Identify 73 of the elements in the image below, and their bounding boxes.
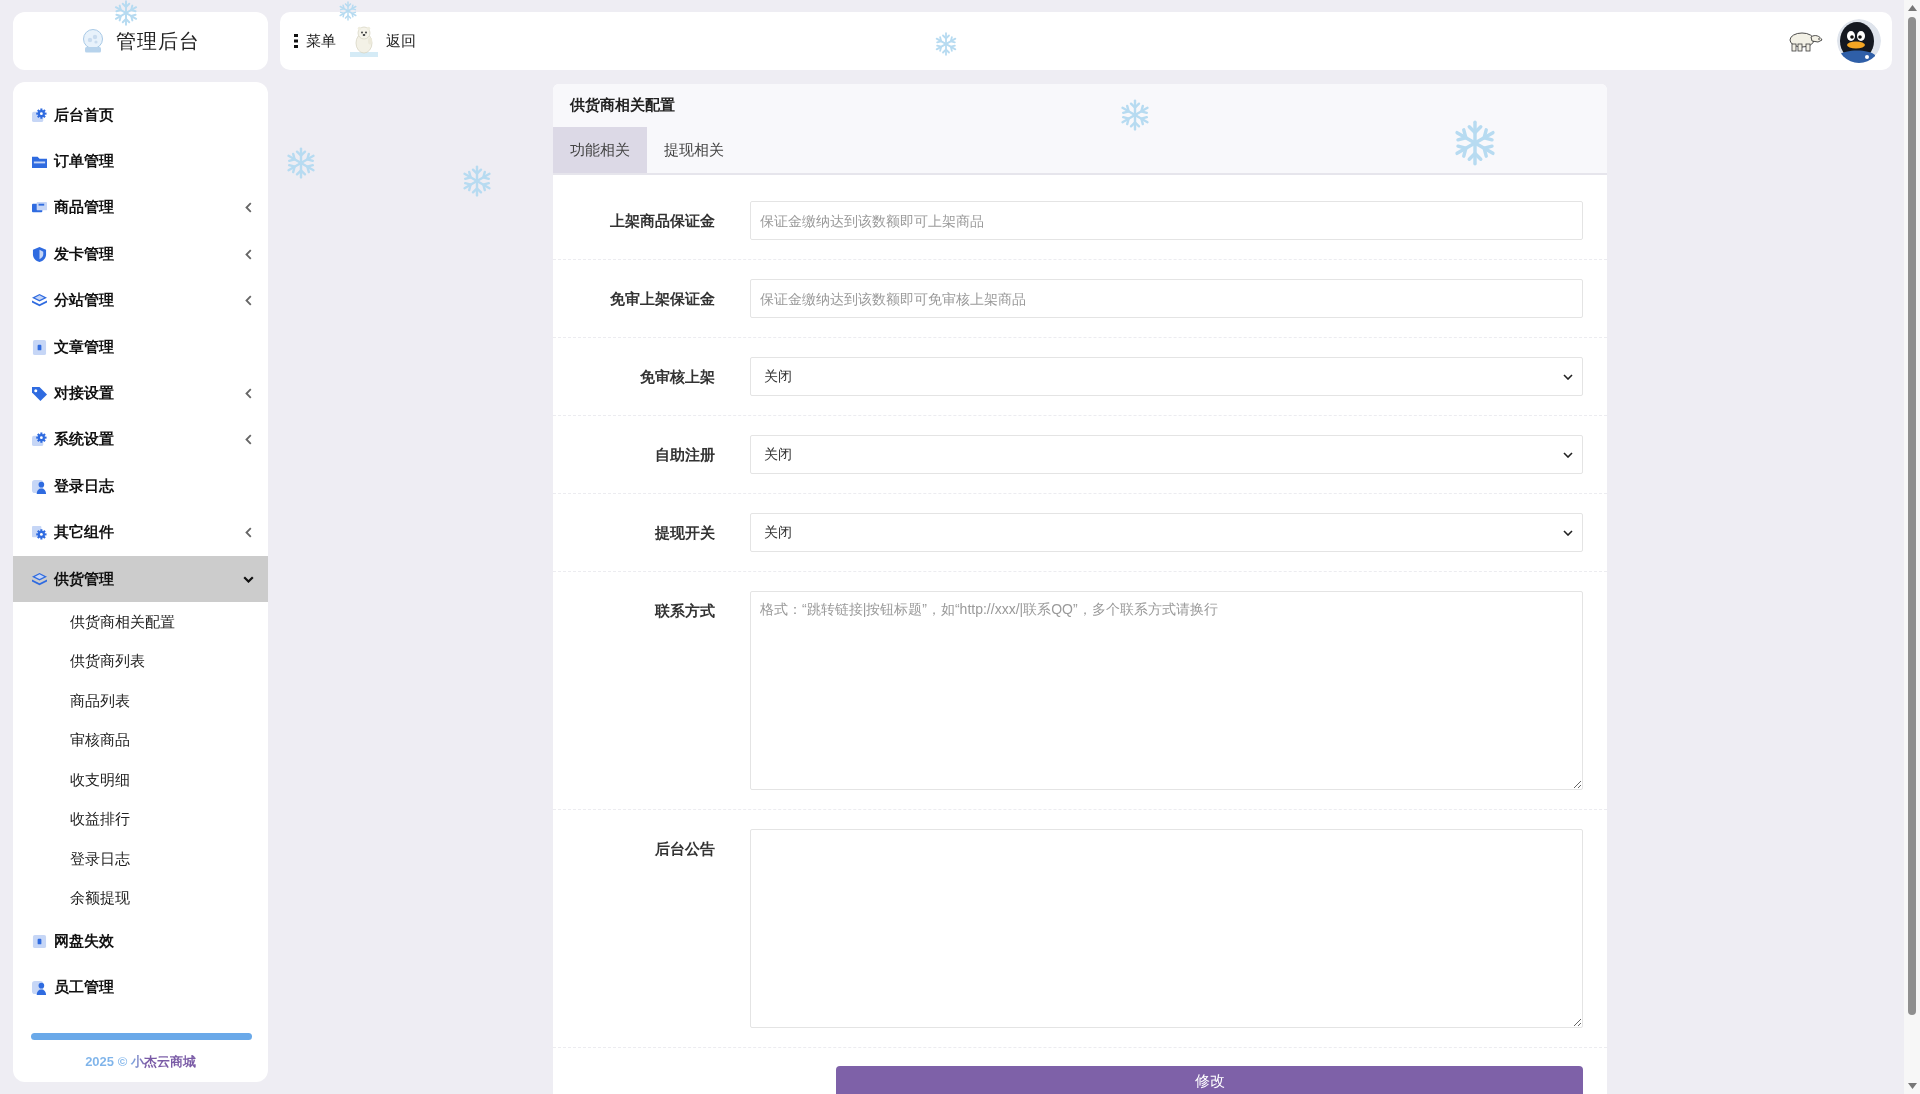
sidebar-item[interactable]: 对接设置 [13,370,268,417]
text-input[interactable]: 保证金缴纳达到该数额即可免审核上架商品 [750,279,1583,318]
gear-icon [32,525,47,541]
vertical-dots-icon [294,34,298,48]
scroll-down-icon[interactable] [1907,1083,1917,1089]
snowflake-icon [1119,99,1151,131]
layers-icon [32,293,47,309]
tag-icon [32,386,47,402]
user-icon [32,478,47,494]
shield-icon [32,246,47,262]
menu-button[interactable]: 菜单 [294,31,336,51]
scrollbar-thumb[interactable] [1908,17,1916,1015]
polar-bear-icon [350,25,378,57]
snowflake-icon [461,165,493,197]
snowflake-icon [285,147,317,179]
field-label: 联系方式 [654,601,715,621]
sidebar-item[interactable]: 文章管理 [13,323,268,371]
box-icon [32,934,47,949]
field-label: 免审上架保证金 [609,289,715,309]
submenu-item[interactable]: 收益排行 [13,799,268,840]
snowflake-icon [113,0,139,26]
field-label: 提现开关 [654,523,715,543]
sidebar-item[interactable]: 供货管理 [13,555,268,603]
logo-title: 管理后台 [115,28,200,54]
card-title: 供货商相关配置 [570,96,675,115]
submenu-item[interactable]: 供货商相关配置 [13,602,268,642]
gear-icon [32,432,47,448]
submenu-item[interactable]: 供货商列表 [13,641,268,682]
chevron-down-icon [1563,451,1573,458]
sidebar-item[interactable]: 网盘失效 [13,918,268,965]
scroll-up-icon[interactable] [1907,5,1917,11]
scrollbar[interactable] [1904,0,1920,1094]
sidebar-item[interactable]: 员工管理 [13,964,268,1012]
textarea-field[interactable]: 格式：“跳转链接|按钮标题”，如“http://xxx/|联系QQ”，多个联系方式请换行 [750,591,1583,790]
penguin-avatar-icon[interactable] [1837,19,1881,63]
sidebar-item[interactable]: 订单管理 [13,138,268,185]
field-label: 上架商品保证金 [609,211,715,231]
sidebar-item[interactable]: 商品管理 [13,184,268,232]
sidebar-item[interactable]: 系统设置 [13,416,268,464]
text-input[interactable]: 保证金缴纳达到该数额即可上架商品 [750,201,1583,240]
document-icon [32,339,47,355]
submenu-item[interactable]: 收支明细 [13,760,268,800]
submenu-item[interactable]: 商品列表 [13,681,268,721]
snowflake-icon [934,32,958,56]
sidebar-item[interactable]: 发卡管理 [13,231,268,278]
folder-icon [32,154,47,170]
textarea-field[interactable] [750,829,1583,1028]
sidebar-item[interactable]: 登录日志 [13,463,268,510]
sidebar-item[interactable]: 其它组件 [13,509,268,556]
submenu-item[interactable]: 登录日志 [13,839,268,879]
user-icon [32,980,47,996]
tab[interactable]: 功能相关 [553,127,647,173]
polar-bear-icon [1787,30,1823,52]
snowflake-icon [1452,120,1498,166]
submenu-item[interactable]: 余额提现 [13,878,268,919]
field-label: 自助注册 [654,445,715,465]
chevron-down-icon [1563,373,1573,380]
submenu-item[interactable]: 审核商品 [13,720,268,761]
submit-button[interactable]: 修改 [836,1066,1583,1094]
select-field[interactable]: 关闭 [750,357,1583,396]
select-field[interactable]: 关闭 [750,513,1583,552]
field-label: 后台公告 [654,839,715,859]
gear-icon [32,107,47,123]
back-button[interactable]: 返回 [350,25,416,57]
tab[interactable]: 提现相关 [647,127,741,173]
select-field[interactable]: 关闭 [750,435,1583,474]
sidebar-item[interactable]: 分站管理 [13,277,268,324]
sidebar-item[interactable]: 后台首页 [13,92,268,139]
snow-globe-icon [81,29,104,53]
snowflake-icon [338,1,358,21]
chevron-down-icon [1563,529,1573,536]
layers-icon [32,571,47,587]
field-label: 免审核上架 [639,367,715,387]
